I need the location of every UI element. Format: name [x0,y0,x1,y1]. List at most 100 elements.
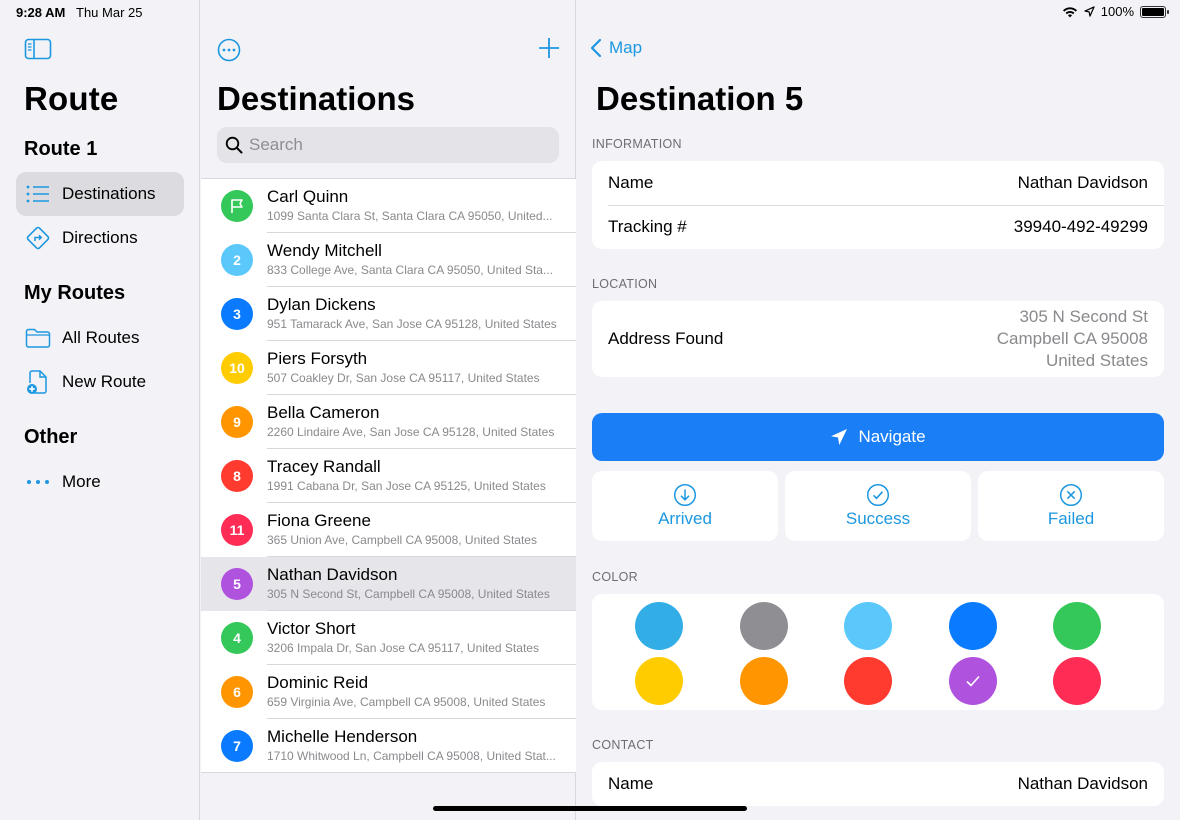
destination-address: 3206 Impala Dr, San Jose CA 95117, Unite… [267,641,539,655]
address-label: Address Found [608,329,724,348]
sidebar-item-more[interactable]: More [16,460,184,504]
color-swatch[interactable] [635,602,683,650]
destination-badge: 9 [221,406,253,438]
contact-label: CONTACT [592,738,654,752]
address-row[interactable]: Address Found 305 N Second St Campbell C… [592,301,1164,377]
color-swatch[interactable] [739,602,788,650]
name-value: Nathan Davidson [1017,173,1148,192]
information-card: Name Nathan Davidson Tracking # 39940-49… [592,161,1164,249]
destination-name: Piers Forsyth [267,349,368,368]
destination-name: Tracey Randall [267,457,381,476]
destination-badge: 7 [221,730,253,762]
location-card: Address Found 305 N Second St Campbell C… [592,301,1164,377]
destination-address: 365 Union Ave, Campbell CA 95008, United… [267,533,537,547]
search-field[interactable] [217,127,559,163]
arrived-button[interactable]: Arrived [592,471,778,541]
list-bullet-icon [24,180,52,208]
destination-name: Victor Short [267,619,356,638]
search-input[interactable] [249,135,549,155]
sidebar-item-label: Destinations [62,184,156,203]
destinations-list-pane: Destinations Carl Quinn 1099 Santa Clara … [201,0,576,820]
home-indicator[interactable] [433,806,747,811]
sidebar-title: Route [24,80,119,117]
destination-name: Dylan Dickens [267,295,376,314]
destination-row[interactable]: 5 Nathan Davidson 305 N Second St, Campbel… [201,557,576,611]
navigate-button[interactable]: Navigate [592,413,1164,461]
color-label: COLOR [592,570,638,584]
destination-name: Dominic Reid [267,673,369,692]
destination-text: Dylan Dickens 951 Tamarack Ave, San Jose … [267,295,571,331]
color-picker [592,594,1164,710]
destination-row[interactable]: 9 Bella Cameron 2260 Lindaire Ave, San Jos… [201,395,576,449]
sidebar-item-destinations[interactable]: Destinations [16,172,184,216]
status-indicators: 100% [1062,4,1169,19]
success-button[interactable]: Success [785,471,971,541]
destination-text: Victor Short 3206 Impala Dr, San Jose CA … [267,619,571,655]
destination-name: Fiona Greene [267,511,371,530]
destination-address: 1099 Santa Clara St, Santa Clara CA 9505… [267,209,553,223]
status-bar: 9:28 AM Thu Mar 25 100% [0,0,1180,24]
destination-address: 951 Tamarack Ave, San Jose CA 95128, Uni… [267,317,557,331]
name-label: Name [608,173,654,192]
destination-row[interactable]: 4 Victor Short 3206 Impala Dr, San Jose CA… [201,611,576,665]
destination-badge: 6 [221,676,253,708]
navigation-arrow-icon [831,429,848,445]
sidebar-item-directions[interactable]: Directions [16,216,184,260]
failed-button[interactable]: Failed [978,471,1164,541]
color-swatch[interactable] [948,602,997,650]
destination-row[interactable]: 6 Dominic Reid 659 Virginia Ave, Campbell … [201,665,576,719]
destination-row[interactable]: 2 Wendy Mitchell 833 College Ave, Santa Cl… [201,233,576,287]
x-circle-icon [1059,483,1083,507]
destination-text: Bella Cameron 2260 Lindaire Ave, San Jose… [267,403,571,439]
destination-name: Wendy Mitchell [267,241,382,260]
sidebar-item-all-routes[interactable]: All Routes [16,316,184,360]
location-icon [1084,6,1095,17]
destination-address: 833 College Ave, Santa Clara CA 95050, U… [267,263,553,277]
color-swatch[interactable] [844,602,892,650]
destination-badge: 8 [221,460,253,492]
status-time: 9:28 AM [16,5,66,20]
sidebar-item-label: All Routes [62,328,140,347]
checkmark-circle-icon [866,483,890,507]
destination-list: Carl Quinn 1099 Santa Clara St, Santa Cla… [201,178,576,773]
color-swatch[interactable] [844,657,892,705]
location-label: LOCATION [592,277,658,291]
destination-address: 507 Coakley Dr, San Jose CA 95117, Unite… [267,371,540,385]
color-swatch[interactable] [1053,657,1101,705]
status-date: Thu Mar 25 [76,5,143,20]
sidebar-toggle-icon[interactable] [24,38,52,60]
destination-badge: 4 [221,622,253,654]
destination-row[interactable]: 7 Michelle Henderson 1710 Whitwood Ln, Cam… [201,719,576,773]
destination-row[interactable]: Carl Quinn 1099 Santa Clara St, Santa Cla… [201,179,576,233]
color-swatch[interactable] [1053,602,1101,650]
contact-name-label: Name [608,774,654,793]
destination-row[interactable]: 10 Piers Forsyth 507 Coakley Dr, San Jose … [201,341,576,395]
color-swatch[interactable] [739,657,788,705]
destination-row[interactable]: 11 Fiona Greene 365 Union Ave, Campbell CA… [201,503,576,557]
navigate-label: Navigate [858,427,926,446]
more-options-icon[interactable] [217,38,241,62]
back-button[interactable]: Map [589,38,642,58]
section-title-other: Other [24,426,78,448]
wifi-icon [1062,6,1077,17]
color-swatch[interactable] [948,657,997,705]
destination-text: Michelle Henderson 1710 Whitwood Ln, Camp… [267,727,571,763]
name-row: Name Nathan Davidson [592,161,1164,205]
list-title: Destinations [217,80,416,117]
destination-badge: 5 [221,568,253,600]
destination-badge: 2 [221,244,253,276]
destination-name: Bella Cameron [267,403,380,422]
address-value: 305 N Second St Campbell CA 95008 United… [997,306,1148,372]
color-swatch[interactable] [635,657,683,705]
address-line: 305 N Second St [1019,307,1148,326]
destination-text: Fiona Greene 365 Union Ave, Campbell CA 9… [267,511,571,547]
destination-badge [221,190,253,222]
contact-name-value: Nathan Davidson [1017,774,1148,793]
destination-row[interactable]: 8 Tracey Randall 1991 Cabana Dr, San Jose … [201,449,576,503]
add-icon[interactable] [537,36,561,60]
sidebar-item-label: New Route [62,372,147,391]
sidebar-item-new-route[interactable]: New Route [16,360,184,404]
section-title-my-routes: My Routes [24,282,126,304]
search-icon [225,136,243,154]
destination-row[interactable]: 3 Dylan Dickens 951 Tamarack Ave, San Jose… [201,287,576,341]
